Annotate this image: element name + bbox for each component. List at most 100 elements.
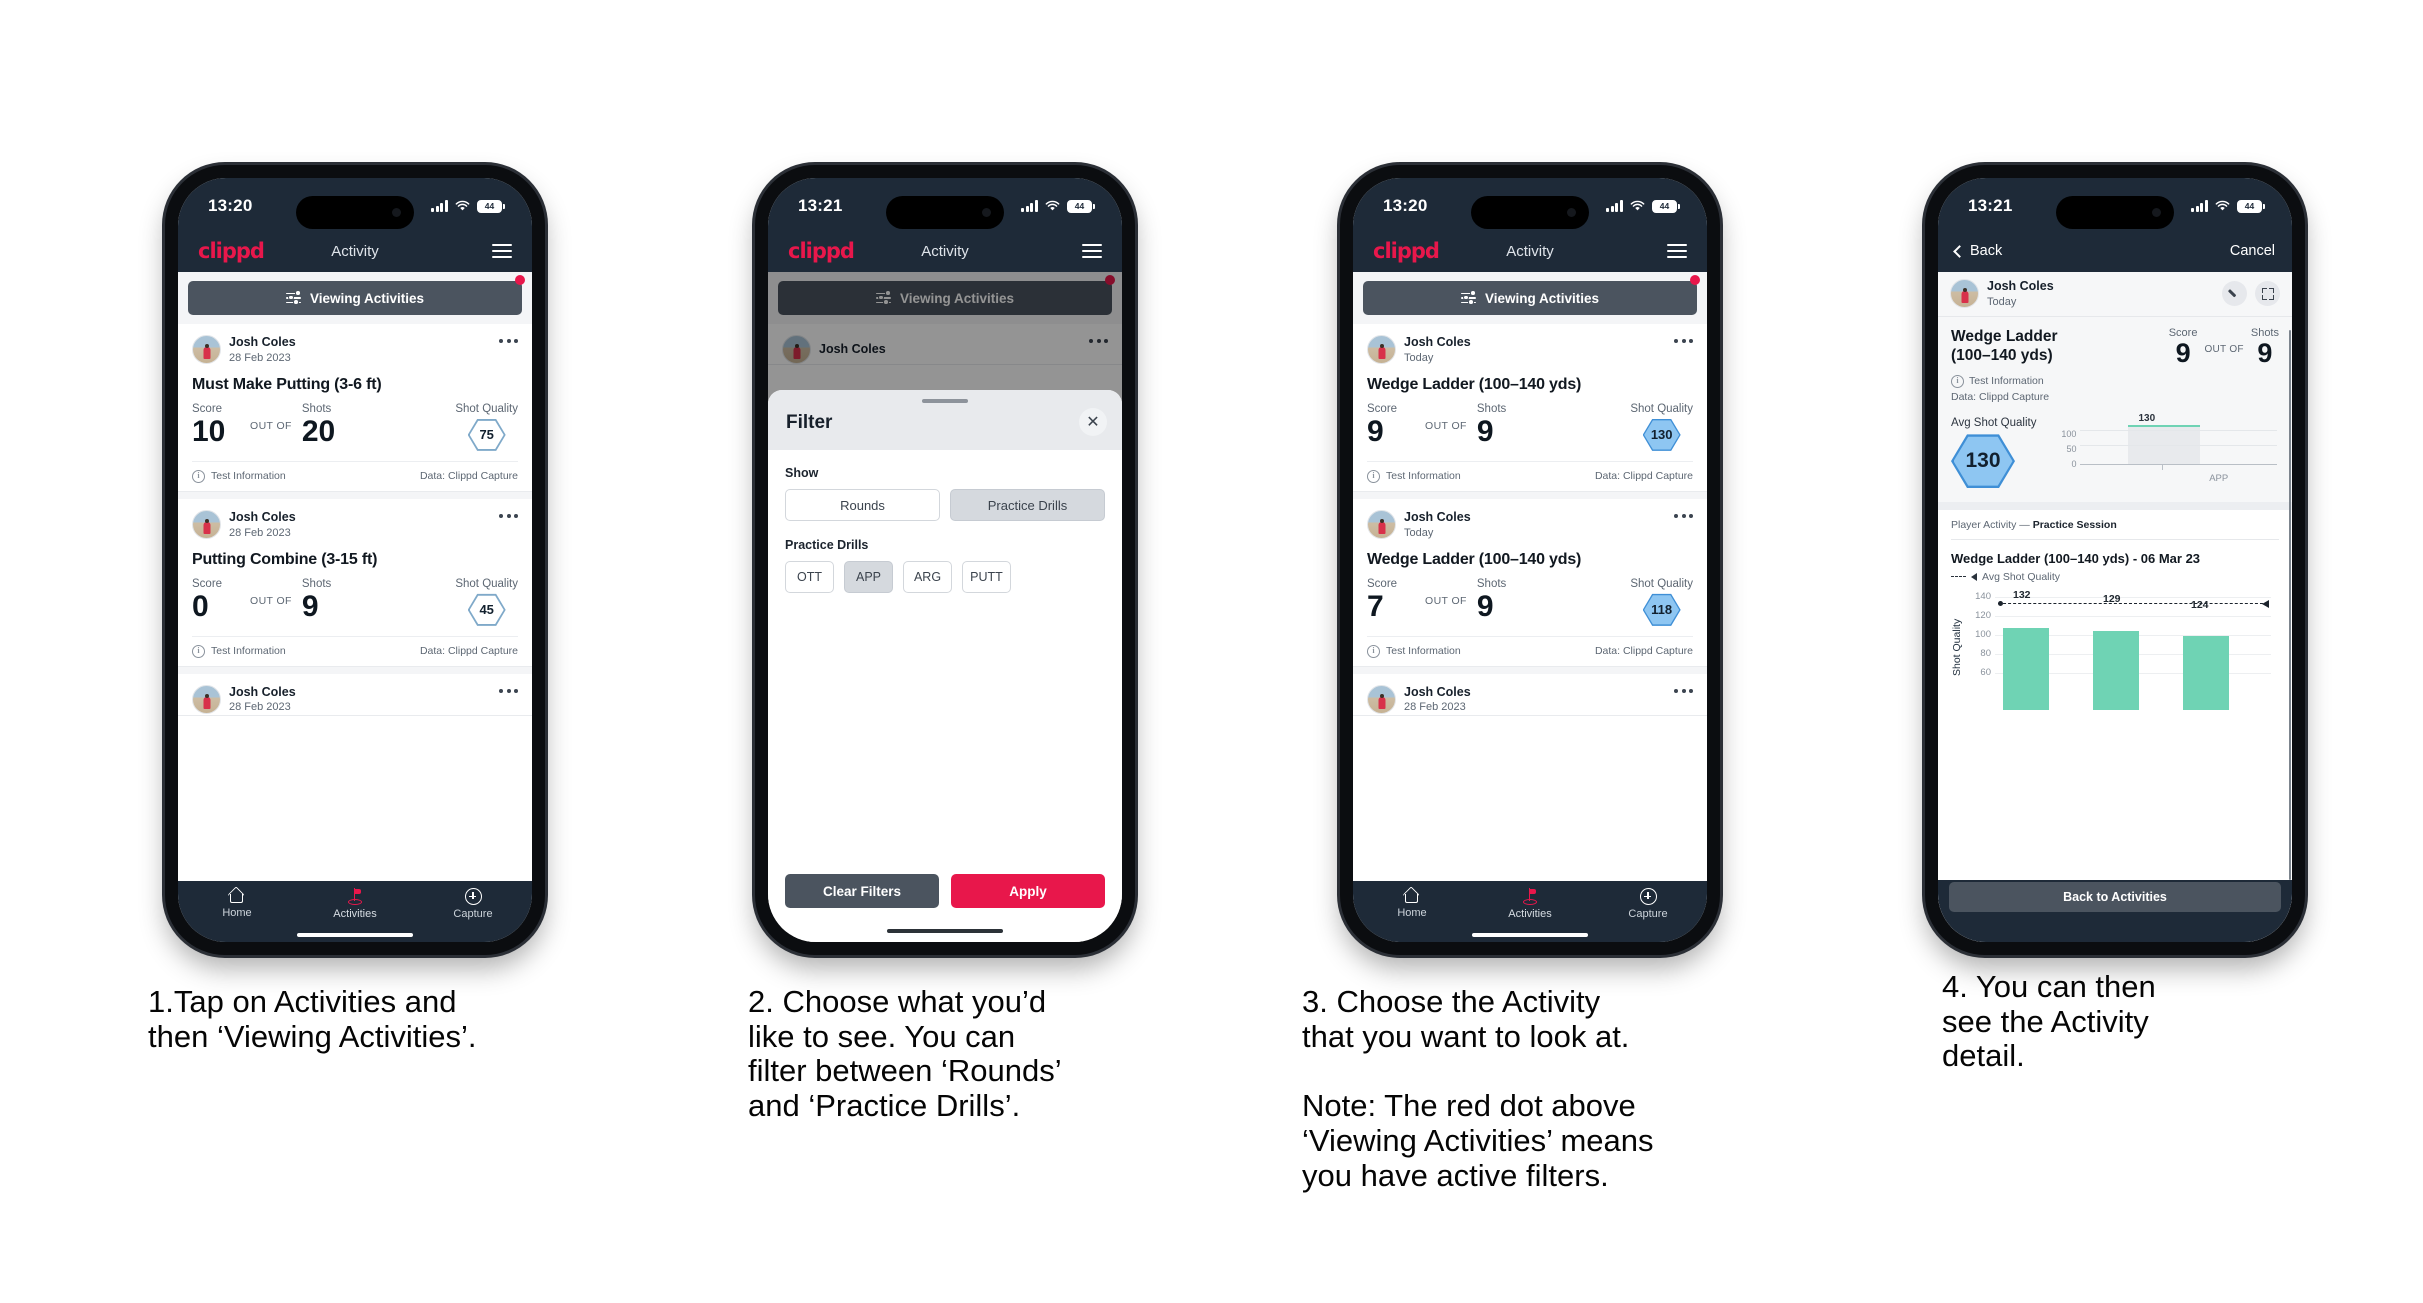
bar-2 — [2093, 630, 2139, 710]
info-icon: i — [1951, 374, 1964, 388]
viewing-activities-button[interactable]: Viewing Activities — [1363, 281, 1697, 315]
card-metrics: Score 10 OUT OF Shots 20 Shot Quality 75 — [192, 403, 518, 461]
avatar — [1367, 510, 1396, 540]
scrollbar[interactable] — [2288, 330, 2291, 880]
mini-chart-tick — [2162, 464, 2164, 470]
card-overflow-menu-icon[interactable] — [1674, 335, 1693, 343]
apply-button[interactable]: Apply — [951, 874, 1105, 908]
activity-card[interactable]: Josh Coles 28 Feb 2023 — [1353, 673, 1707, 716]
section-separator — [1938, 501, 2292, 510]
battery-tip — [503, 203, 505, 209]
chip-app[interactable]: APP — [844, 561, 893, 593]
plus-circle-icon — [464, 888, 482, 905]
battery-tip — [2263, 203, 2265, 209]
activity-card[interactable]: Josh Coles Today Wedge Ladder (100–140 y… — [1353, 324, 1707, 492]
back-button[interactable]: Back — [1953, 243, 2002, 259]
menu-icon[interactable] — [1667, 244, 1687, 258]
battery-icon: 44 — [1652, 199, 1677, 213]
practice-drills-label: Practice Drills — [785, 538, 869, 552]
out-of-label: OUT OF — [1425, 419, 1467, 432]
menu-icon[interactable] — [1082, 244, 1102, 258]
shot-quality-label: Shot Quality — [1630, 402, 1693, 415]
tab-activities[interactable]: Activities — [1471, 888, 1589, 920]
tab-capture[interactable]: Capture — [1589, 888, 1707, 920]
phone-3: 13:20 44 clippd Activity Viewing Activit… — [1340, 165, 1720, 955]
player-activity-section: Player Activity — Practice Session Wedge… — [1938, 509, 2292, 710]
activity-card[interactable]: Josh Coles Today Wedge Ladder (100–140 y… — [1353, 498, 1707, 667]
card-user: Josh Coles 28 Feb 2023 — [1367, 685, 1471, 715]
chip-putt[interactable]: PUTT — [962, 561, 1011, 593]
card-overflow-menu-icon[interactable] — [499, 335, 518, 343]
shot-quality-hexagon: 130 — [1642, 418, 1681, 451]
activity-card[interactable]: Josh Coles 28 Feb 2023 Must Make Putting… — [178, 324, 532, 492]
phone-3-screen: 13:20 44 clippd Activity Viewing Activit… — [1353, 178, 1707, 942]
score-value: 10 — [192, 414, 226, 448]
caption-step-2: 2. Choose what you’d like to see. You ca… — [748, 984, 1062, 1124]
chip-practice-drills[interactable]: Practice Drills — [950, 489, 1105, 521]
avatar — [1950, 279, 1979, 309]
tab-home[interactable]: Home — [178, 888, 296, 919]
dynamic-island — [2056, 196, 2174, 229]
clear-filters-button[interactable]: Clear Filters — [785, 874, 939, 908]
card-separator — [178, 666, 532, 674]
status-time: 13:21 — [798, 196, 843, 215]
shot-quality-label: Shot Quality — [455, 402, 518, 415]
dynamic-island — [886, 196, 1004, 229]
home-indicator — [887, 929, 1003, 933]
dynamic-island — [1471, 196, 1589, 229]
chip-rounds[interactable]: Rounds — [785, 489, 940, 521]
phone-4-nav-bar: Back Cancel — [1938, 230, 2292, 272]
phone-3-body: Viewing Activities Josh Coles Today Wedg… — [1353, 272, 1707, 881]
card-overflow-menu-icon[interactable] — [499, 510, 518, 518]
info-icon: i — [1367, 644, 1380, 658]
data-source-label: Data: Clippd Capture — [1594, 470, 1693, 483]
card-footer: i Test Information Data: Clippd Capture — [1367, 635, 1693, 666]
card-user: Josh Coles 28 Feb 2023 — [192, 510, 296, 540]
detail-actions — [2222, 281, 2280, 307]
golf-flag-icon — [1522, 888, 1539, 905]
shot-quality-hexagon: 45 — [467, 593, 506, 626]
tab-capture[interactable]: Capture — [414, 888, 532, 920]
card-overflow-menu-icon[interactable] — [1674, 510, 1693, 518]
user-name: Josh Coles — [1404, 509, 1471, 524]
back-to-activities-button[interactable]: Back to Activities — [1949, 882, 2281, 912]
card-header: Josh Coles 28 Feb 2023 — [192, 510, 518, 540]
clippd-logo: clippd — [788, 239, 855, 263]
tab-home[interactable]: Home — [1353, 888, 1471, 919]
tab-capture-label: Capture — [453, 908, 493, 920]
cancel-button[interactable]: Cancel — [2230, 243, 2275, 259]
avatar — [192, 510, 221, 540]
shot-quality-metric: Shot Quality 130 — [1630, 403, 1693, 452]
show-options: Rounds Practice Drills — [785, 489, 1105, 521]
viewing-activities-button[interactable]: Viewing Activities — [188, 281, 522, 315]
activity-card[interactable]: Josh Coles 28 Feb 2023 Putting Combine (… — [178, 498, 532, 667]
activity-card[interactable]: Josh Coles 28 Feb 2023 — [178, 673, 532, 716]
chip-ott[interactable]: OTT — [785, 561, 834, 593]
menu-icon[interactable] — [492, 244, 512, 258]
card-overflow-menu-icon[interactable] — [1674, 685, 1693, 693]
shots-metric: Shots 9 — [2251, 327, 2279, 369]
legend-dash-icon — [1951, 576, 1966, 578]
ytick-100: 100 — [1975, 628, 1991, 640]
card-user: Josh Coles Today — [1367, 510, 1471, 540]
score-metric: Score 10 — [192, 403, 250, 447]
drag-handle[interactable] — [922, 399, 968, 403]
data-source-label: Data: Clippd Capture — [1594, 645, 1693, 658]
user-name: Josh Coles — [1404, 335, 1471, 349]
phone-4: 13:21 44 Back Cancel Josh Coles Today We… — [1925, 165, 2305, 955]
user-date: Today — [1987, 295, 2017, 308]
close-icon[interactable]: ✕ — [1079, 408, 1107, 436]
shot-quality-value: 118 — [1644, 595, 1680, 625]
user-date: Today — [1404, 526, 1434, 539]
edit-button[interactable] — [2222, 281, 2247, 307]
card-separator — [1353, 666, 1707, 674]
out-of-label: OUT OF — [250, 594, 292, 607]
expand-button[interactable] — [2255, 281, 2280, 307]
user-name: Josh Coles — [1987, 279, 2054, 293]
card-separator — [1353, 491, 1707, 499]
shots-metric: Shots 9 — [302, 578, 331, 622]
tab-activities[interactable]: Activities — [296, 888, 414, 920]
card-overflow-menu-icon[interactable] — [499, 685, 518, 693]
shots-label: Shots — [1476, 577, 1507, 590]
chip-arg[interactable]: ARG — [903, 561, 952, 593]
